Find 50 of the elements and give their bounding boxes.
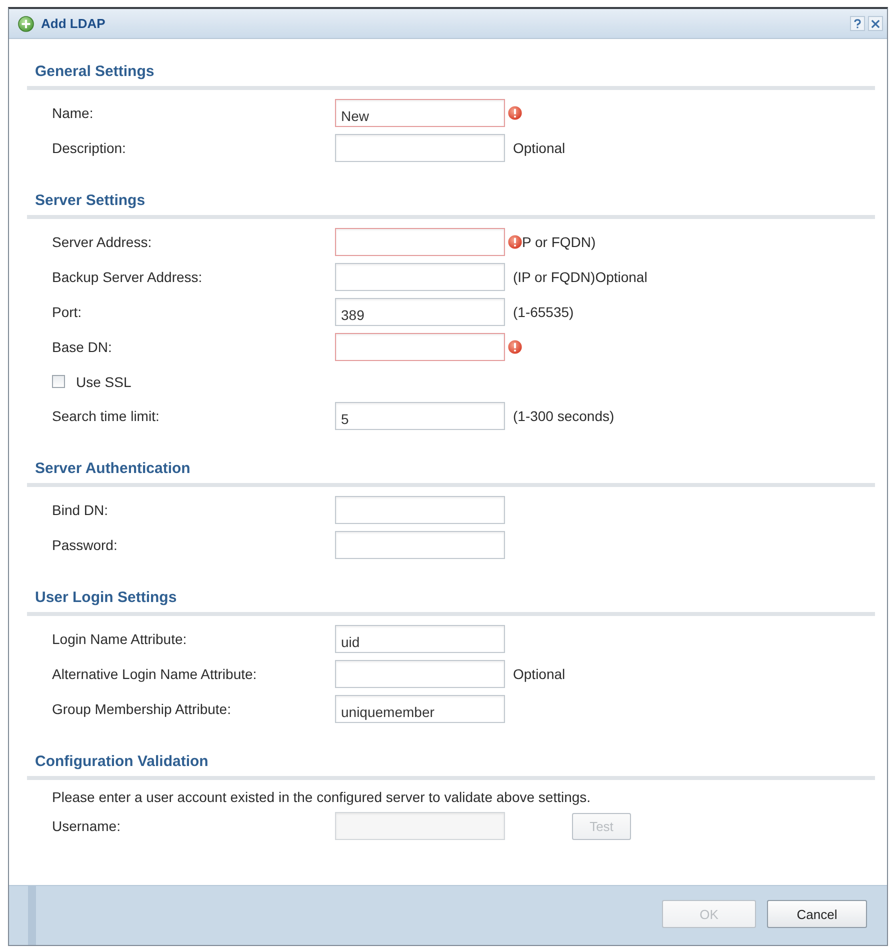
input-field[interactable] <box>335 263 505 291</box>
section-title: General Settings <box>34 62 156 82</box>
field-hint: (1-65535) <box>513 304 574 320</box>
field-hint: (1-300 seconds) <box>513 408 614 424</box>
field-label: Login Name Attribute: <box>52 631 188 647</box>
help-button[interactable] <box>850 16 865 31</box>
field-label: Password: <box>52 537 118 553</box>
field-label: Username: <box>52 818 122 834</box>
close-icon <box>871 18 880 28</box>
checkbox-label: Use SSL <box>76 374 132 390</box>
section-title: Server Authentication <box>34 459 192 479</box>
field-hint: (IP or FQDN)Optional <box>513 269 648 285</box>
input-field[interactable] <box>335 531 505 559</box>
section-title: Server Settings <box>34 191 146 211</box>
field-label: Search time limit: <box>52 408 160 424</box>
field-label: Alternative Login Name Attribute: <box>52 666 258 682</box>
field-hint: P or FQDN) <box>522 234 596 250</box>
checkbox[interactable] <box>52 375 65 388</box>
input-field[interactable] <box>335 660 505 688</box>
plus-icon <box>18 16 34 32</box>
field-hint: Optional <box>513 140 566 156</box>
input-field[interactable] <box>335 333 505 361</box>
error-icon <box>508 340 522 354</box>
field-label: Backup Server Address: <box>52 269 204 285</box>
input-field[interactable]: 389 <box>335 298 505 326</box>
input-field[interactable]: New <box>335 99 505 127</box>
field-label: Description: <box>52 140 127 156</box>
field-label: Port: <box>52 304 83 320</box>
window-title: Add LDAP <box>41 16 106 31</box>
splitter-bar[interactable] <box>28 886 36 945</box>
field-label: Name: <box>52 105 94 121</box>
section-title: Configuration Validation <box>34 752 210 772</box>
dialog-button[interactable]: Cancel <box>767 900 867 928</box>
section-title: User Login Settings <box>34 588 178 608</box>
input-field[interactable] <box>335 134 505 162</box>
help-icon <box>853 18 862 28</box>
field-label: Base DN: <box>52 339 113 355</box>
error-icon <box>508 235 522 249</box>
input-field[interactable]: 5 <box>335 402 505 430</box>
field-hint: Optional <box>513 666 566 682</box>
close-button[interactable] <box>868 16 883 31</box>
field-label: Server Address: <box>52 234 153 250</box>
field-label: Bind DN: <box>52 502 110 518</box>
field-label: Group Membership Attribute: <box>52 701 232 717</box>
error-icon <box>508 106 522 120</box>
instruction-text: Please enter a user account existed in the configured server to validate above settings. <box>51 789 592 805</box>
input-field[interactable] <box>335 496 505 524</box>
input-field[interactable]: uid <box>335 625 505 653</box>
input-field[interactable]: uniquemember <box>335 695 505 723</box>
input-field[interactable] <box>335 228 505 256</box>
